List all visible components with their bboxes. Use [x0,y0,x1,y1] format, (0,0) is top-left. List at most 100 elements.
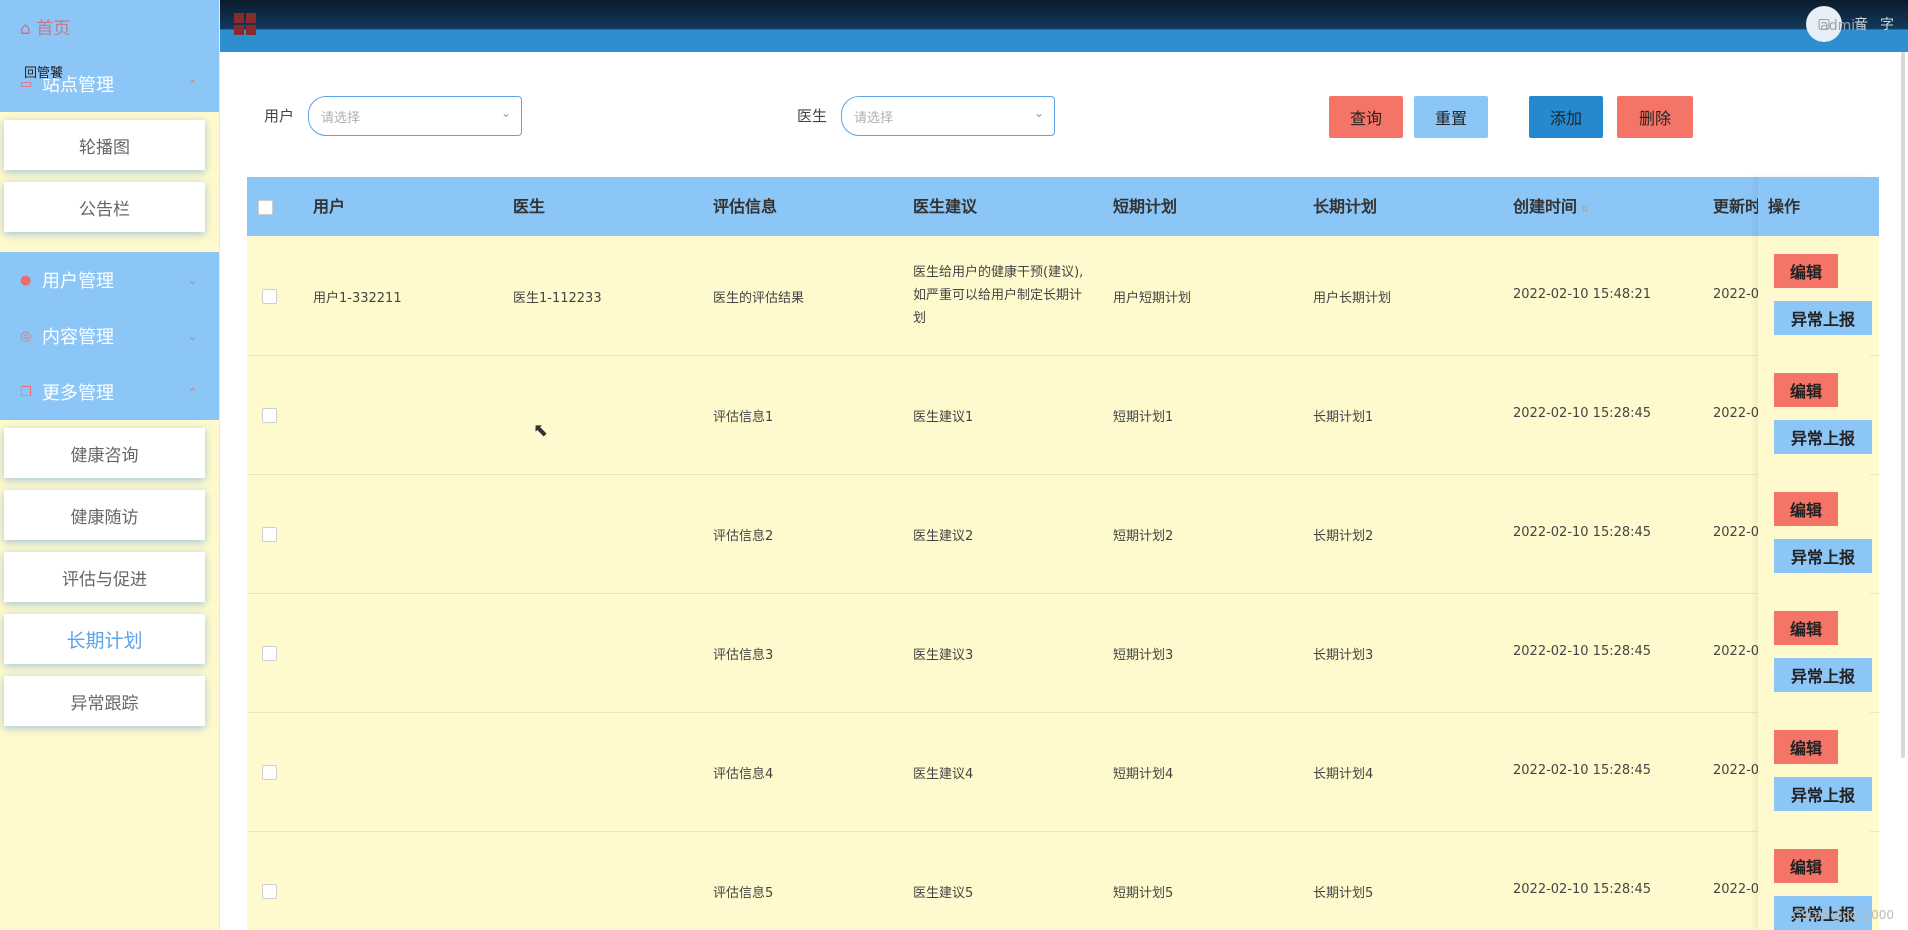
watermark: CSDN @qq_2000 [1792,908,1894,922]
report-abnormal-button[interactable]: 异常上报 [1774,301,1872,335]
delete-button[interactable]: 删除 [1617,96,1693,138]
top-bar: ▢ 音 字 admin [0,0,1908,52]
table-row: 评估信息1 医生建议1 短期计划1 长期计划1 2022-02-10 15:28:45 2… [247,355,1879,475]
filter-bar: 用户 请选择 ⌄ 医生 请选择 ⌄ 查询 重置 添加 删除 [229,96,1889,140]
chat-icon: ◎ [20,328,32,344]
edit-button[interactable]: 编辑 [1774,849,1838,883]
cell-created: 2022-02-10 15:28:45 [1513,406,1652,421]
col-assessment: 评估信息 [713,197,778,216]
cell-long: 长期计划1 [1313,410,1374,425]
menu-home[interactable]: ⌂ 首页 [20,14,70,39]
chevron-up-icon: ⌃ [187,385,197,399]
query-button[interactable]: 查询 [1329,96,1403,138]
cell-assessment: 评估信息4 [713,767,774,782]
cell-created: 2022-02-10 15:28:45 [1513,525,1652,540]
table-row: 评估信息2 医生建议2 短期计划2 长期计划2 2022-02-10 15:28:45 2… [247,474,1879,594]
col-user: 用户 [313,197,346,216]
app-grid-icon[interactable] [234,13,256,35]
menu-label: 用户管理 [42,271,114,292]
cell-advice: 医生建议2 [913,529,974,544]
edit-button[interactable]: 编辑 [1774,373,1838,407]
cell-assessment: 评估信息3 [713,648,774,663]
col-created-label: 创建时间 [1513,197,1578,216]
chevron-down-icon: ⌄ [187,329,197,343]
select-placeholder: 请选择 [854,111,894,126]
site-submenu: 轮播图 公告栏 [0,112,219,252]
cell-short: 短期计划3 [1113,648,1174,663]
doctor-filter-label: 医生 [797,107,828,125]
cell-doctor: 医生1-112233 [513,291,602,306]
cell-updated: 2022-0 [1713,763,1760,778]
home-label: 首页 [36,19,71,39]
submenu-assessment[interactable]: 评估与促进 [4,552,205,602]
col-short-plan: 短期计划 [1113,197,1178,216]
submenu-notice[interactable]: 公告栏 [4,182,205,232]
cell-long: 用户长期计划 [1313,291,1392,306]
menu-content-management[interactable]: ◎ 内容管理 ⌄ [0,308,219,364]
cell-assessment: 评估信息1 [713,410,774,425]
edit-button[interactable]: 编辑 [1774,492,1838,526]
table-row: 评估信息3 医生建议3 短期计划3 长期计划3 2022-02-10 15:28:45 2… [247,593,1879,713]
edit-button[interactable]: 编辑 [1774,611,1838,645]
report-abnormal-button[interactable]: 异常上报 [1774,658,1872,692]
submenu-carousel[interactable]: 轮播图 [4,120,205,170]
col-updated-time: 更新时 [1713,197,1762,216]
cell-advice: 医生建议5 [913,886,974,901]
text-size-icon[interactable]: 字 [1880,14,1894,34]
edit-button[interactable]: 编辑 [1774,254,1838,288]
cell-created: 2022-02-10 15:28:45 [1513,882,1652,897]
row-checkbox[interactable] [262,646,277,661]
cell-short: 短期计划4 [1113,767,1174,782]
edit-button[interactable]: 编辑 [1774,730,1838,764]
brand-label: 回管饕 [24,66,64,81]
row-checkbox[interactable] [262,765,277,780]
chevron-down-icon: ⌄ [187,273,197,287]
submenu-health-followup[interactable]: 健康随访 [4,490,205,540]
reset-button[interactable]: 重置 [1414,96,1488,138]
add-button[interactable]: 添加 [1529,96,1603,138]
submenu-long-term-plan[interactable]: 长期计划 [4,614,205,664]
user-select[interactable]: 请选择 ⌄ [308,96,522,136]
row-checkbox[interactable] [262,527,277,542]
cell-updated: 2022-0 [1713,644,1760,659]
row-checkbox[interactable] [262,408,277,423]
report-abnormal-button[interactable]: 异常上报 [1774,777,1872,811]
chevron-down-icon: ⌄ [1033,106,1044,120]
cell-short: 用户短期计划 [1113,291,1192,306]
more-submenu: 健康咨询 健康随访 评估与促进 长期计划 异常跟踪 [0,420,219,746]
select-all-checkbox[interactable] [258,200,273,215]
col-advice: 医生建议 [913,197,978,216]
data-table: 用户 医生 评估信息 医生建议 短期计划 长期计划 创建时间 ⇅ 更新时 用户1-… [247,177,1879,930]
vertical-scrollbar[interactable] [1901,52,1905,758]
submenu-abnormal-tracking[interactable]: 异常跟踪 [4,676,205,726]
cell-created: 2022-02-10 15:28:45 [1513,763,1652,778]
cell-assessment: 医生的评估结果 [713,291,805,306]
user-icon: ● [20,272,32,288]
report-abnormal-button[interactable]: 异常上报 [1774,420,1872,454]
row-checkbox[interactable] [262,884,277,899]
cell-short: 短期计划5 [1113,886,1174,901]
menu-label: 更多管理 [42,383,114,404]
menu-user-management[interactable]: ● 用户管理 ⌄ [0,252,219,308]
cell-assessment: 评估信息5 [713,886,774,901]
col-doctor: 医生 [513,197,546,216]
cell-advice: 医生建议3 [913,648,974,663]
chevron-up-icon: ⌃ [187,77,197,91]
menu-more-management[interactable]: ❐ 更多管理 ⌃ [0,364,219,420]
mouse-cursor-icon: ⬉ [533,420,549,441]
cell-updated: 2022-0 [1713,287,1760,302]
sidebar: ▭ 站点管理 ⌃ ⌂ 首页 回管饕 轮播图 公告栏 ● 用户管理 ⌄ ◎ 内容管… [0,0,220,930]
user-filter-label: 用户 [264,107,295,125]
cell-updated: 2022-0 [1713,882,1760,897]
select-placeholder: 请选择 [321,111,361,126]
report-abnormal-button[interactable]: 异常上报 [1774,539,1872,573]
submenu-health-consult[interactable]: 健康咨询 [4,428,205,478]
cell-long: 长期计划5 [1313,886,1374,901]
doctor-select[interactable]: 请选择 ⌄ [841,96,1055,136]
sort-icon[interactable]: ⇅ [1581,205,1589,215]
cell-long: 长期计划3 [1313,648,1374,663]
col-created-time[interactable]: 创建时间 ⇅ [1513,177,1589,236]
col-actions: 操作 [1768,197,1801,216]
row-checkbox[interactable] [262,289,277,304]
copy-icon: ❐ [20,384,32,400]
